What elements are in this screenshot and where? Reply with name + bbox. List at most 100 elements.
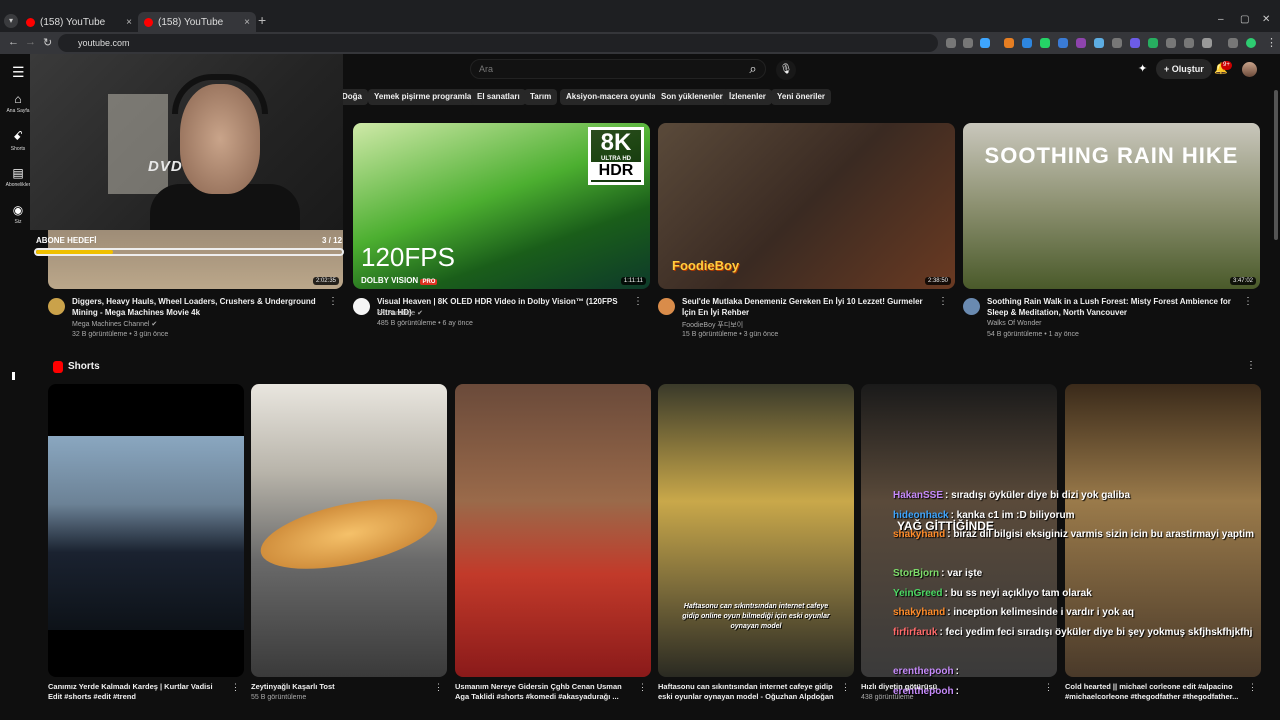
bookmark-star-icon[interactable] [980, 38, 990, 48]
extension-icon[interactable] [1148, 38, 1158, 48]
channel-name[interactable]: Walks Of Wonder [987, 320, 1041, 327]
more-options-icon[interactable]: ⋮ [1246, 360, 1256, 371]
more-options-icon[interactable]: ⋮ [633, 296, 643, 307]
more-options-icon[interactable]: ⋮ [231, 682, 240, 693]
short-title[interactable]: Haftasonu can sıkıntısından internet caf… [658, 682, 836, 702]
extension-icon[interactable] [1166, 38, 1176, 48]
background-shelf [108, 94, 168, 194]
youtube-favicon-icon [26, 17, 35, 27]
more-options-icon[interactable]: ⋮ [328, 296, 338, 307]
extension-icon[interactable] [1022, 38, 1032, 48]
more-options-icon[interactable]: ⋮ [841, 682, 850, 693]
tab-close-icon[interactable]: × [244, 17, 250, 28]
shorts-icon: ꗃ [13, 129, 23, 143]
video-duration: 2:02:35 [312, 277, 339, 285]
video-title[interactable]: Soothing Rain Walk in a Lush Forest: Mis… [987, 296, 1239, 318]
new-tab-button[interactable]: + [258, 12, 266, 28]
more-options-icon[interactable]: ⋮ [638, 682, 647, 693]
rail-item-home[interactable]: ⌂ Ana Sayfa [4, 92, 32, 114]
chat-message: firfirfaruk: feci yedim feci sıradışı öy… [893, 627, 1263, 666]
profile-icon[interactable] [1246, 38, 1256, 48]
more-options-icon[interactable]: ⋮ [1044, 682, 1053, 693]
short-title[interactable]: Usmanım Nereye Gidersin Çghb Cenan Usman… [455, 682, 633, 702]
tab-close-icon[interactable]: × [126, 17, 132, 28]
reload-icon[interactable]: ↻ [43, 36, 52, 49]
back-icon[interactable]: ← [8, 36, 19, 48]
extension-icon[interactable] [1058, 38, 1068, 48]
extension-icon[interactable] [1040, 38, 1050, 48]
close-window-button[interactable]: ✕ [1262, 14, 1270, 25]
gemini-icon[interactable]: ✦ [1138, 62, 1147, 75]
extensions-puzzle-icon[interactable] [1202, 38, 1212, 48]
short-thumbnail[interactable] [455, 384, 651, 677]
extension-icon[interactable] [1228, 38, 1238, 48]
short-title[interactable]: Zeytinyağlı Kaşarlı Tost [251, 682, 429, 692]
rail-item-you[interactable]: ◉ Siz [4, 203, 32, 225]
video-thumbnail[interactable]: SOOTHING RAIN HIKE 3:47:02 [963, 123, 1260, 289]
page-scrollbar[interactable] [1274, 90, 1278, 240]
chip-action-adventure-games[interactable]: Aksiyon-macera oyunları [560, 89, 668, 105]
minimize-button[interactable]: – [1218, 14, 1224, 25]
tab-title: (158) YouTube [40, 16, 106, 28]
extension-icon[interactable] [1094, 38, 1104, 48]
channel-avatar[interactable] [658, 298, 675, 315]
chip-agriculture[interactable]: Tarım [524, 89, 558, 105]
more-options-icon[interactable]: ⋮ [1243, 296, 1253, 307]
cast-page-icon[interactable] [946, 38, 956, 48]
search-input[interactable]: Ara [470, 59, 766, 79]
more-options-icon[interactable]: ⋮ [938, 296, 948, 307]
browser-menu-icon[interactable]: ⋮ [1266, 36, 1277, 49]
chip-crafts[interactable]: El sanatları [471, 89, 526, 105]
forward-icon[interactable]: → [25, 36, 36, 48]
chip-new-to-you[interactable]: Yeni öneriler [771, 89, 832, 105]
create-button[interactable]: + Oluştur [1156, 59, 1212, 79]
url-field[interactable]: youtube.com [58, 34, 938, 52]
extension-icon[interactable] [1184, 38, 1194, 48]
rail-item-shorts[interactable]: ꗃ Shorts [4, 129, 32, 152]
video-title[interactable]: Seul'de Mutlaka Denemeniz Gereken En İyi… [682, 296, 934, 318]
more-options-icon[interactable]: ⋮ [1248, 682, 1257, 693]
short-title[interactable]: Canımız Yerde Kalmadı Kardeş | Kurtlar V… [48, 682, 226, 702]
tab-search-icon[interactable]: ▾ [4, 14, 18, 28]
chip-watched[interactable]: İzlenenler [723, 89, 772, 105]
url-text: youtube.com [78, 38, 130, 48]
more-options-icon[interactable]: ⋮ [434, 682, 443, 693]
extension-icon[interactable] [1004, 38, 1014, 48]
short-title[interactable]: Cold hearted || michael corleone edit #a… [1065, 682, 1243, 702]
short-thumbnail[interactable] [251, 384, 447, 677]
maximize-button[interactable]: ▢ [1240, 14, 1249, 25]
video-meta: 15 B görüntüleme • 3 gün önce [682, 331, 779, 338]
video-thumbnail[interactable]: 8K ULTRA HD HDR 120FPS DOLBY VISION PRO … [353, 123, 650, 289]
chip-recently-uploaded[interactable]: Son yüklenenler [655, 89, 729, 105]
hamburger-menu-icon[interactable]: ☰ [12, 64, 25, 81]
account-avatar[interactable] [1242, 62, 1257, 77]
search-icon[interactable]: ⌕ [740, 60, 766, 78]
video-thumbnail[interactable]: FoodieBoy 2:38:50 [658, 123, 955, 289]
chip-cooking[interactable]: Yemek pişirme programları [368, 89, 483, 105]
webcam-overlay: DVD [30, 54, 343, 230]
short-views: 438 görüntüleme [861, 694, 914, 701]
video-title[interactable]: Diggers, Heavy Hauls, Wheel Loaders, Cru… [72, 296, 324, 318]
channel-name[interactable]: Mega Machines Channel ✔ [72, 320, 157, 328]
extension-icon[interactable] [1130, 38, 1140, 48]
extension-icon[interactable] [1112, 38, 1122, 48]
short-thumbnail[interactable]: Haftasonu can sıkıntısından internet caf… [658, 384, 854, 677]
short-thumbnail[interactable] [48, 384, 244, 677]
short-title[interactable]: Hızlı diyetin götürüsü [861, 682, 1039, 692]
hide-icon[interactable] [963, 38, 973, 48]
badge-hdr: HDR [591, 162, 641, 180]
channel-avatar[interactable] [963, 298, 980, 315]
browser-tab-2[interactable]: (158) YouTube × [138, 12, 256, 32]
headphones-icon [172, 74, 268, 114]
browser-tab-1[interactable]: (158) YouTube × [20, 12, 138, 32]
subscriber-goal-count: 3 / 12 [322, 236, 343, 245]
channel-name[interactable]: 8K Paradise ✔ [377, 309, 423, 317]
extension-icon[interactable] [1076, 38, 1086, 48]
dvd-logo: DVD [148, 158, 183, 175]
8k-hdr-badge: 8K ULTRA HD HDR [588, 127, 644, 185]
channel-avatar[interactable] [48, 298, 65, 315]
channel-avatar[interactable] [353, 298, 370, 315]
rail-item-subscriptions[interactable]: ▤ Abonelikler [4, 166, 32, 188]
microphone-icon[interactable]: 🎙 [776, 60, 796, 80]
channel-name[interactable]: FoodieBoy 푸디보이 [682, 320, 743, 330]
